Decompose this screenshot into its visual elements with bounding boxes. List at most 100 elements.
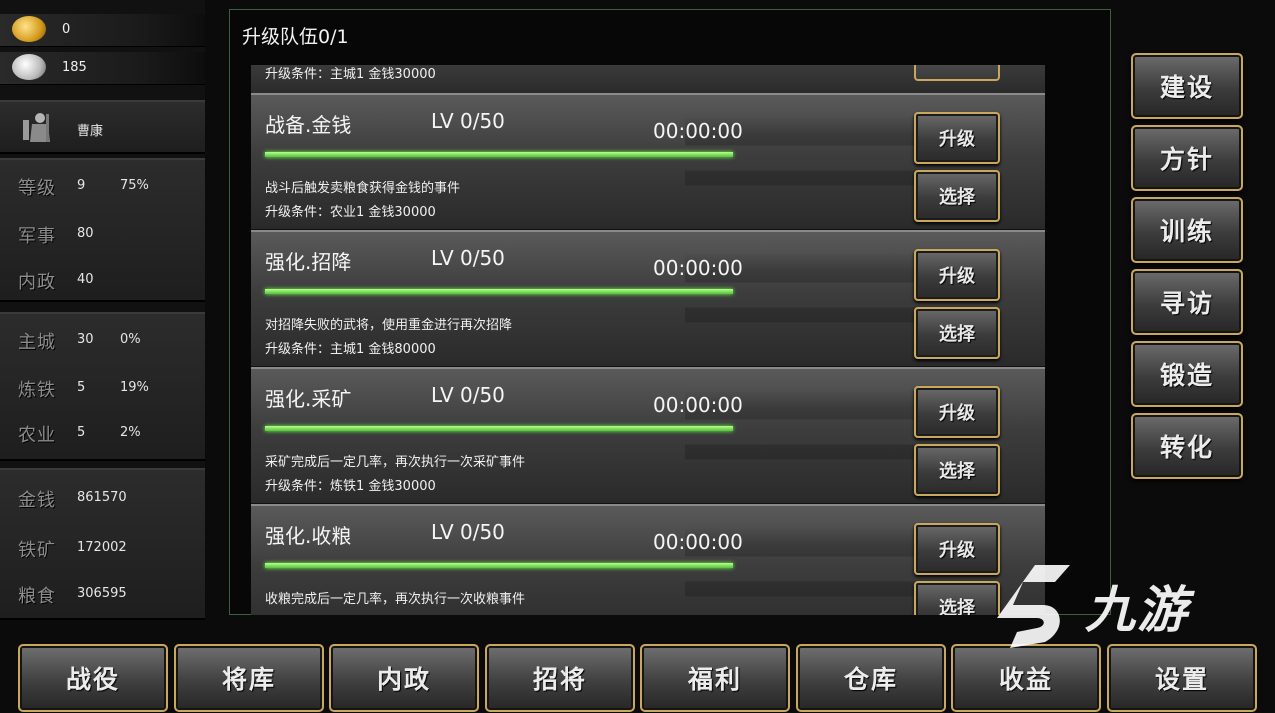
card-description: 采矿完成后一定几率，再次执行一次采矿事件 xyxy=(265,455,526,470)
stat-value: 80 xyxy=(77,226,94,241)
city-row-main: 主城 30 0% xyxy=(0,318,205,358)
card-timer: 00:00:00 xyxy=(653,119,743,143)
stats-panel: 等级 9 75% 军事 80 内政 40 xyxy=(0,158,205,302)
resource-label: 粮食 xyxy=(18,586,56,607)
card-progress-fill xyxy=(265,289,733,294)
resource-value: 306595 xyxy=(77,586,127,601)
menu-policy-button[interactable]: 方针 xyxy=(1131,125,1243,191)
menu-forge-button[interactable]: 锻造 xyxy=(1131,341,1243,407)
resource-value: 861570 xyxy=(77,490,127,505)
menu-search-button[interactable]: 寻访 xyxy=(1131,269,1243,335)
card-progress-bar xyxy=(265,563,733,568)
resource-label: 铁矿 xyxy=(18,540,56,561)
card-level: LV 0/50 xyxy=(431,383,505,407)
select-button[interactable]: 选择 xyxy=(914,581,1000,615)
select-button[interactable]: 选择 xyxy=(914,170,1000,222)
silver-ingot-row: 185 xyxy=(0,52,205,85)
city-row-farm: 农业 5 2% xyxy=(0,411,205,451)
silver-ingot-icon xyxy=(12,54,46,80)
card-condition: 升级条件：主城1 金钱80000 xyxy=(265,342,436,357)
stat-row-military: 军事 80 xyxy=(0,212,205,252)
bottom-nav: 战役 将库 内政 招将 福利 仓库 收益 设置 xyxy=(0,628,1275,713)
skill-card: 战备.金钱 LV 0/50 00:00:00 战斗后触发卖粮食获得金钱的事件 升… xyxy=(251,93,1045,230)
silver-ingot-value: 185 xyxy=(62,60,87,75)
upgrade-button[interactable]: 升级 xyxy=(914,249,1000,301)
partial-select-button[interactable] xyxy=(914,65,1000,81)
resource-panel: 金钱 861570 铁矿 172002 粮食 306595 xyxy=(0,468,205,620)
gold-ingot-row: 0 xyxy=(0,14,205,47)
card-name: 战备.金钱 xyxy=(265,113,352,137)
stat-row-level: 等级 9 75% xyxy=(0,164,205,204)
card-timer: 00:00:00 xyxy=(653,256,743,280)
stat-label: 军事 xyxy=(18,226,56,247)
city-value: 5 xyxy=(77,425,86,440)
city-row-iron: 炼铁 5 19% xyxy=(0,366,205,406)
resource-value: 172002 xyxy=(77,540,127,555)
menu-convert-button[interactable]: 转化 xyxy=(1131,413,1243,479)
gold-ingot-value: 0 xyxy=(62,22,71,37)
card-description: 战斗后触发卖粮食获得金钱的事件 xyxy=(265,181,461,196)
card-name: 强化.招降 xyxy=(265,250,352,274)
stat-percent: 75% xyxy=(120,178,149,193)
card-description: 对招降失败的武将，使用重金进行再次招降 xyxy=(265,318,513,333)
select-button[interactable]: 选择 xyxy=(914,307,1000,359)
nav-recruit-button[interactable]: 招将 xyxy=(485,644,635,712)
card-progress-bar xyxy=(265,289,733,294)
stat-label: 等级 xyxy=(18,178,56,199)
city-label: 炼铁 xyxy=(18,380,56,401)
card-progress-bar xyxy=(265,426,733,431)
card-condition: 升级条件：农业1 金钱30000 xyxy=(265,205,436,220)
resource-row-money: 金钱 861570 xyxy=(0,476,205,516)
skill-list[interactable]: 升级条件：主城1 金钱30000 战备.金钱 LV 0/50 00:00:00 … xyxy=(251,65,1045,615)
menu-build-button[interactable]: 建设 xyxy=(1131,53,1243,119)
resource-row-grain: 粮食 306595 xyxy=(0,572,205,612)
nav-income-button[interactable]: 收益 xyxy=(951,644,1101,712)
city-value: 5 xyxy=(77,380,86,395)
gold-ingot-icon xyxy=(12,16,46,42)
upgrade-button[interactable]: 升级 xyxy=(914,523,1000,575)
card-name: 强化.采矿 xyxy=(265,387,352,411)
nav-generals-button[interactable]: 将库 xyxy=(174,644,324,712)
general-panel[interactable]: 曹康 xyxy=(0,100,205,154)
resource-row-iron-ore: 铁矿 172002 xyxy=(0,526,205,566)
skill-card: 强化.收粮 LV 0/50 00:00:00 收粮完成后一定几率，再次执行一次收… xyxy=(251,504,1045,615)
partial-card: 升级条件：主城1 金钱30000 xyxy=(251,65,1045,95)
card-name: 强化.收粮 xyxy=(265,524,352,548)
card-level: LV 0/50 xyxy=(431,520,505,544)
upgrade-button[interactable]: 升级 xyxy=(914,112,1000,164)
nav-domestic-button[interactable]: 内政 xyxy=(329,644,479,712)
skill-card: 强化.采矿 LV 0/50 00:00:00 采矿完成后一定几率，再次执行一次采… xyxy=(251,367,1045,504)
general-name: 曹康 xyxy=(77,124,104,139)
card-progress-fill xyxy=(265,563,733,568)
upgrade-team-dialog: 升级队伍0/1 升级条件：主城1 金钱30000 战备.金钱 LV 0/50 0… xyxy=(229,9,1111,615)
card-progress-bar xyxy=(265,152,733,157)
menu-train-button[interactable]: 训练 xyxy=(1131,197,1243,263)
card-description: 收粮完成后一定几率，再次执行一次收粮事件 xyxy=(265,592,526,607)
city-value: 30 xyxy=(77,332,94,347)
card-condition: 升级条件：炼铁1 金钱30000 xyxy=(265,479,436,494)
card-progress-fill xyxy=(265,426,733,431)
skill-card: 强化.招降 LV 0/50 00:00:00 对招降失败的武将，使用重金进行再次… xyxy=(251,230,1045,367)
nav-settings-button[interactable]: 设置 xyxy=(1107,644,1257,712)
city-percent: 19% xyxy=(120,380,149,395)
card-level: LV 0/50 xyxy=(431,246,505,270)
card-level: LV 0/50 xyxy=(431,109,505,133)
nav-welfare-button[interactable]: 福利 xyxy=(640,644,790,712)
stat-value: 40 xyxy=(77,272,94,287)
city-percent: 2% xyxy=(120,425,141,440)
card-timer: 00:00:00 xyxy=(653,530,743,554)
upgrade-button[interactable]: 升级 xyxy=(914,386,1000,438)
dialog-title: 升级队伍0/1 xyxy=(242,26,349,48)
stat-row-politics: 内政 40 xyxy=(0,258,205,298)
card-timer: 00:00:00 xyxy=(653,393,743,417)
nav-campaign-button[interactable]: 战役 xyxy=(18,644,168,712)
resource-label: 金钱 xyxy=(18,490,56,511)
player-sidebar: 0 185 曹康 等级 9 75% 军事 80 内政 40 主城 30 0% 炼… xyxy=(0,0,205,620)
general-portrait-icon xyxy=(23,113,50,142)
nav-warehouse-button[interactable]: 仓库 xyxy=(796,644,946,712)
city-panel: 主城 30 0% 炼铁 5 19% 农业 5 2% xyxy=(0,312,205,461)
stat-value: 9 xyxy=(77,178,86,193)
card-condition: 升级条件：主城1 金钱30000 xyxy=(265,67,436,82)
card-progress-fill xyxy=(265,152,733,157)
select-button[interactable]: 选择 xyxy=(914,444,1000,496)
